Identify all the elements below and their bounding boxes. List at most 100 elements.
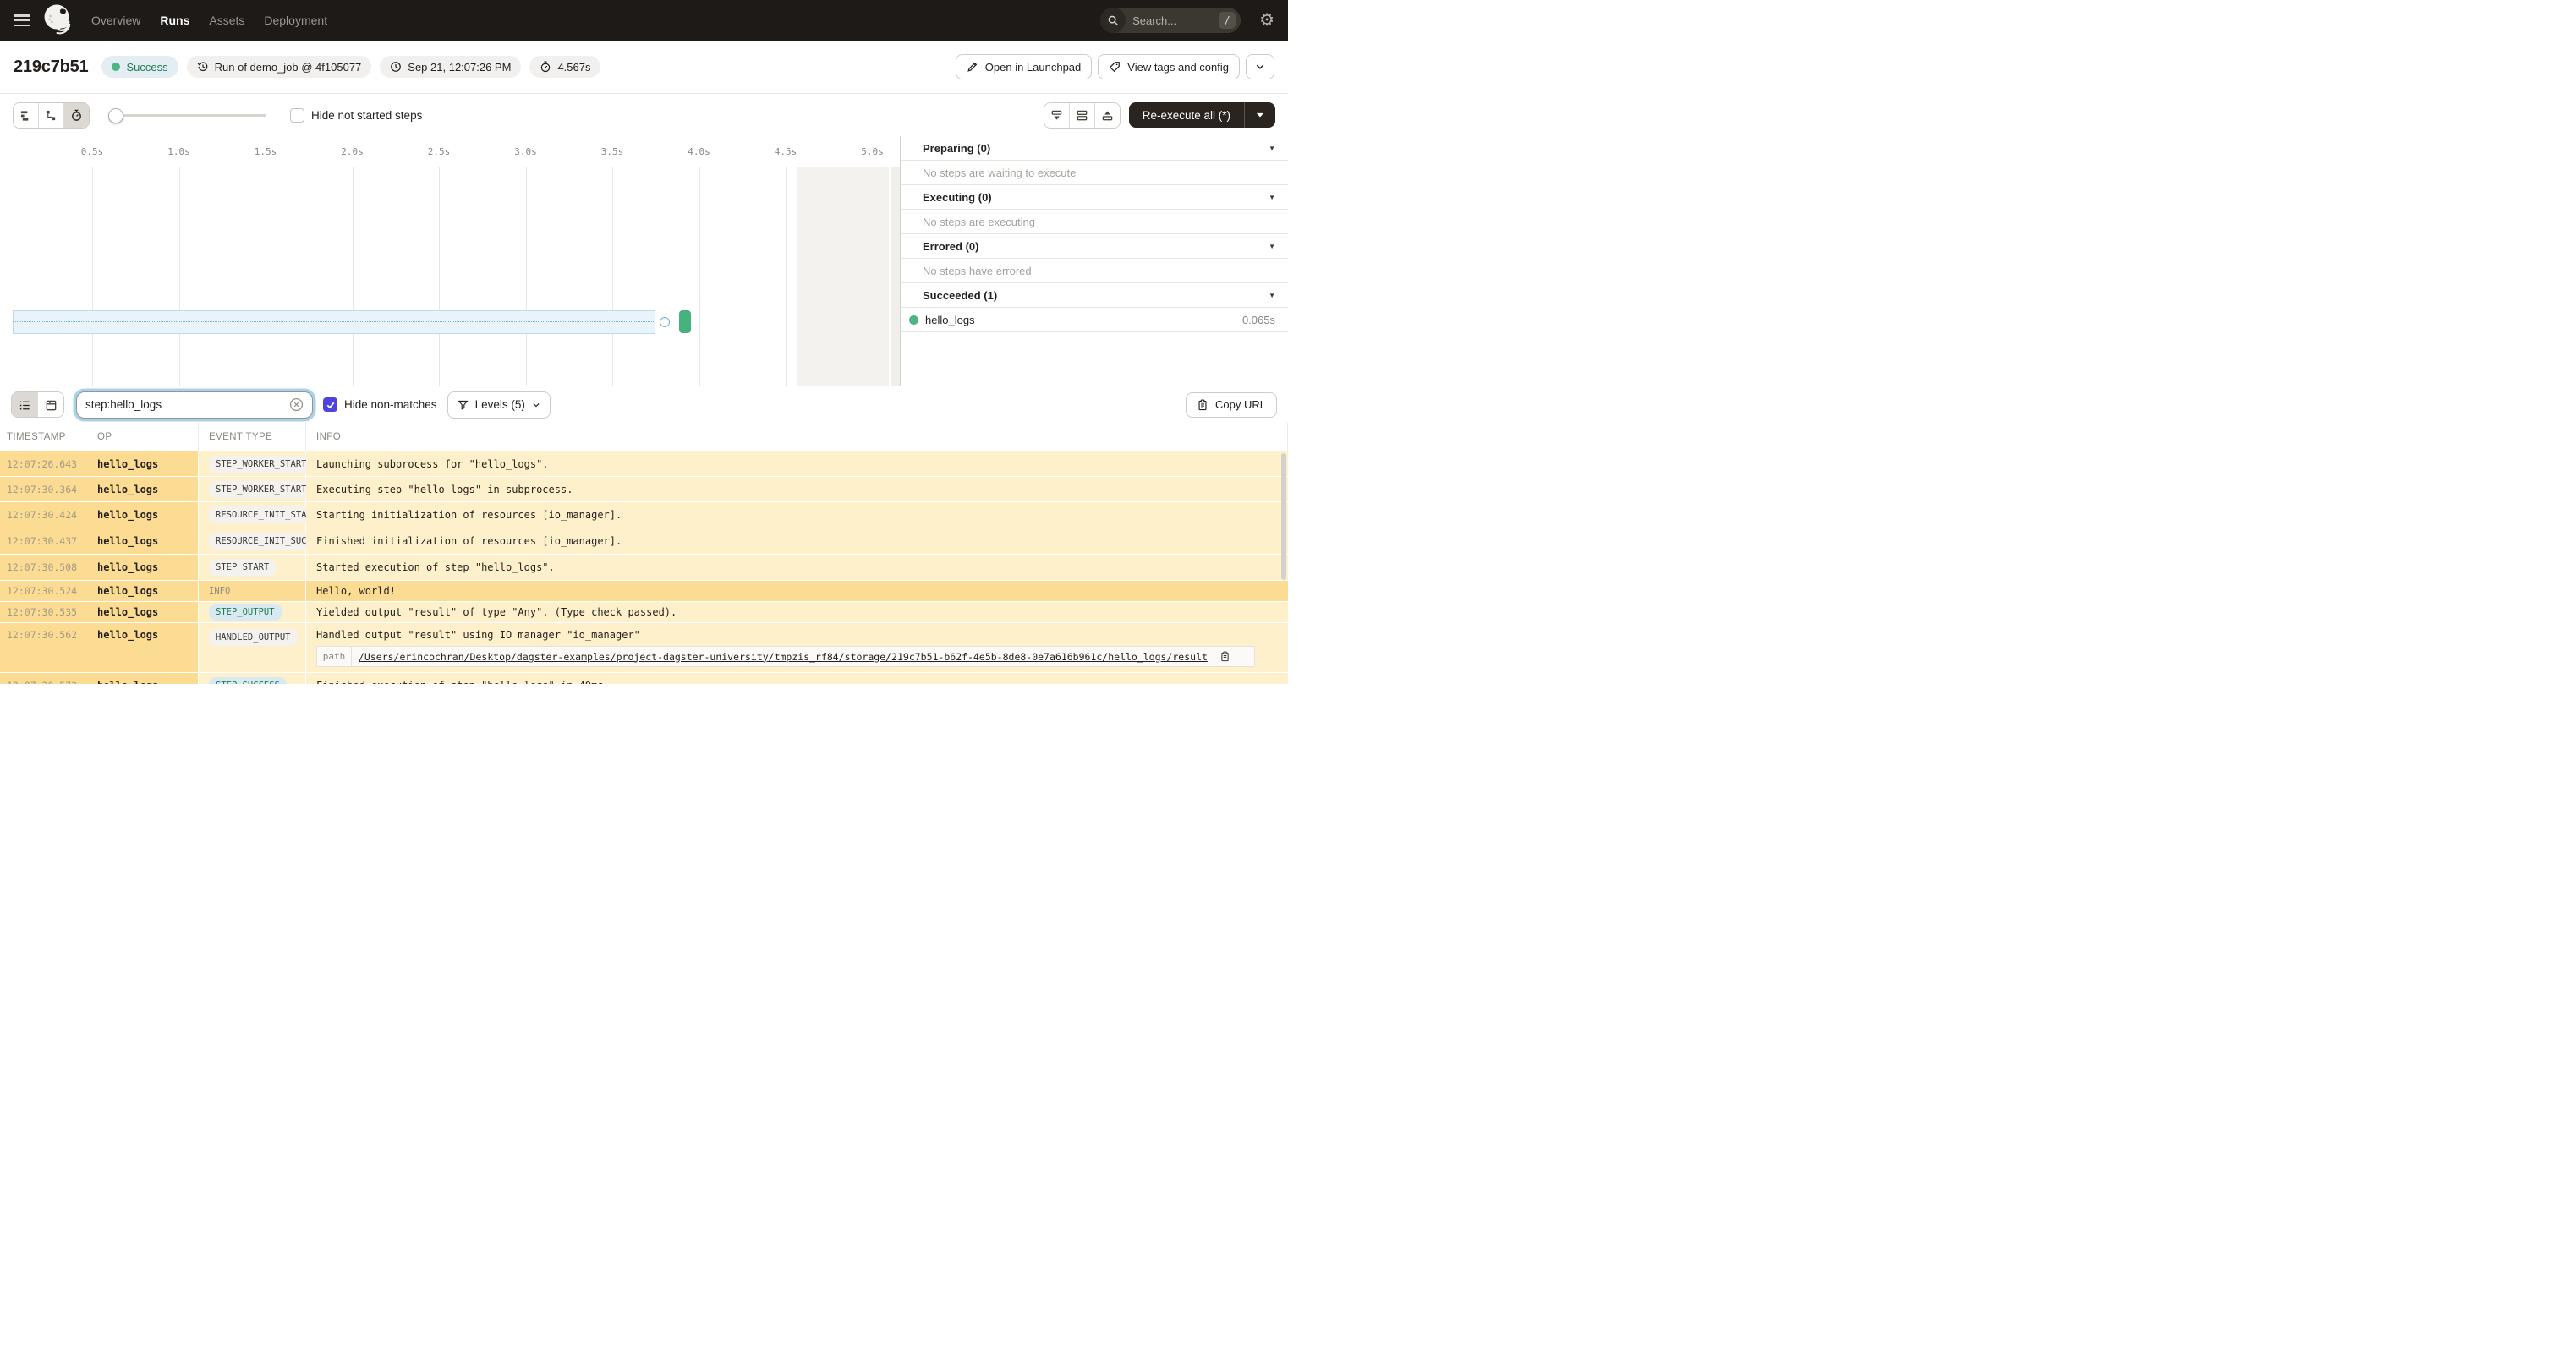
stopwatch-icon: [541, 61, 551, 73]
filter-icon: [457, 400, 469, 410]
log-info: Executing step "hello_logs" in subproces…: [306, 477, 1288, 501]
log-row[interactable]: 12:07:26.643 hello_logs STEP_WORKER_STARTI…: [0, 451, 1288, 477]
axis-gridline: [92, 167, 93, 386]
log-event-type: STEP_OUTPUT: [199, 602, 306, 622]
more-run-actions-button[interactable]: [1246, 54, 1274, 79]
gantt-zoom-slider[interactable]: [108, 108, 266, 123]
log-row[interactable]: 12:07:30.573hello_logsSTEP_SUCCESSFinish…: [0, 673, 1288, 684]
run-header: 219c7b51 Success Run of demo_job @ 4f105…: [0, 41, 1288, 93]
log-op: hello_logs: [90, 623, 199, 672]
clear-icon[interactable]: [289, 397, 304, 412]
step-waiting-dotted-line: [13, 321, 654, 322]
axis-gridline: [525, 167, 527, 386]
log-info: Hello, world!: [306, 581, 1288, 601]
log-row[interactable]: 12:07:30.562 hello_logs HANDLED_OUTPUT Hand…: [0, 623, 1288, 673]
log-op: hello_logs: [90, 451, 199, 476]
dagster-logo[interactable]: [42, 3, 73, 37]
status-dot-icon: [112, 63, 121, 71]
panel-section-header[interactable]: Errored (0) ▼: [901, 234, 1288, 259]
search-shortcut-key: /: [1219, 12, 1236, 29]
checkbox-unchecked-icon: [290, 107, 304, 123]
expand-up-icon[interactable]: [1094, 102, 1120, 128]
hamburger-icon[interactable]: [14, 14, 30, 26]
waterfall-gantt-icon[interactable]: [39, 102, 64, 128]
log-timestamp: 12:07:30.424: [0, 502, 90, 528]
step-waiting-span[interactable]: [13, 310, 655, 334]
clock-icon: [391, 62, 402, 72]
step-bar-hello-logs[interactable]: [679, 310, 691, 333]
list-view-icon[interactable]: [12, 392, 38, 417]
nav-link-runs[interactable]: Runs: [160, 14, 189, 27]
history-icon: [197, 62, 207, 72]
log-op: hello_logs: [90, 555, 199, 580]
structured-view-icon[interactable]: [38, 392, 63, 417]
gantt-view-toggle: [13, 101, 90, 129]
chevron-down-icon: [1256, 64, 1264, 69]
log-row[interactable]: 12:07:30.524 hello_logs INFO Hello, world!: [0, 581, 1288, 602]
panel-section-header[interactable]: Executing (0) ▼: [901, 185, 1288, 210]
log-info: Launching subprocess for "hello_logs".: [306, 451, 1288, 476]
log-row[interactable]: 12:07:30.508 hello_logs STEP_START Started …: [0, 555, 1288, 581]
log-event-type: STEP_WORKER_STARTED: [199, 477, 325, 501]
hide-non-matches-checkbox[interactable]: Hide non-matches: [323, 397, 437, 412]
log-scrollbar[interactable]: [1281, 453, 1286, 580]
step-status-panel: Preparing (0) ▼ No steps are waiting to ex…: [900, 136, 1288, 386]
run-of-job-tag[interactable]: Run of demo_job @ 4f105077: [186, 56, 372, 78]
caret-down-icon: [1256, 112, 1264, 118]
log-op: hello_logs: [90, 673, 199, 684]
log-row[interactable]: 12:07:30.535 hello_logs STEP_OUTPUT Yielded…: [0, 602, 1288, 623]
log-row[interactable]: 12:07:30.437 hello_logs RESOURCE_INIT_SUCC…: [0, 528, 1288, 555]
panel-empty-message: No steps have errored: [901, 259, 1288, 283]
copy-icon[interactable]: [1219, 651, 1230, 662]
dagster-run-page: Overview Runs Assets Deployment Search..…: [0, 0, 1288, 684]
panel-empty-message: No steps are waiting to execute: [901, 161, 1288, 185]
log-table-header: TIMESTAMP OP EVENT TYPE INFO: [0, 423, 1288, 451]
panel-section-header[interactable]: Preparing (0) ▼: [901, 136, 1288, 161]
metadata-path-entry: path/Users/erincochran/Desktop/dagster-e…: [316, 646, 1255, 667]
collapse-down-icon[interactable]: [1044, 102, 1070, 128]
view-tags-config-button[interactable]: View tags and config: [1098, 54, 1240, 79]
log-filter-input[interactable]: step:hello_logs: [76, 391, 313, 419]
copy-url-button[interactable]: Copy URL: [1186, 391, 1277, 418]
axis-tick-label: 5.0s: [861, 146, 884, 157]
split-panes-icon[interactable]: [1069, 102, 1095, 128]
log-event-type: RESOURCE_INIT_STAR…: [199, 502, 325, 528]
slider-handle[interactable]: [108, 108, 123, 123]
nav-link-assets[interactable]: Assets: [209, 14, 244, 27]
open-in-launchpad-button[interactable]: Open in Launchpad: [955, 54, 1093, 79]
log-row[interactable]: 12:07:30.424 hello_logs RESOURCE_INIT_STAR…: [0, 502, 1288, 528]
checkbox-checked-icon: [323, 397, 337, 412]
log-timestamp: 12:07:26.643: [0, 451, 90, 476]
log-event-type: RESOURCE_INIT_SUCC…: [199, 528, 325, 554]
panel-section-header[interactable]: Succeeded (1) ▼: [901, 283, 1288, 308]
panel-step-row[interactable]: hello_logs 0.065s: [901, 308, 1288, 332]
flat-gantt-icon[interactable]: [14, 102, 39, 128]
log-op: hello_logs: [90, 581, 199, 601]
log-info: Handled output "result" using IO manager…: [306, 623, 1288, 672]
log-info: Finished initialization of resources [io…: [306, 528, 1288, 554]
log-timestamp: 12:07:30.524: [0, 581, 90, 601]
reexecute-options-button[interactable]: [1245, 102, 1275, 128]
log-row[interactable]: 12:07:30.364 hello_logs STEP_WORKER_STARTE…: [0, 477, 1288, 502]
reexecute-split-button: Re-execute all (*): [1128, 102, 1275, 128]
nav-link-deployment[interactable]: Deployment: [264, 14, 327, 27]
path-link[interactable]: /Users/erincochran/Desktop/dagster-examp…: [352, 651, 1214, 663]
run-id: 219c7b51: [14, 57, 89, 76]
nav-links: Overview Runs Assets Deployment: [91, 14, 327, 27]
gear-icon[interactable]: ⚙: [1259, 12, 1274, 29]
hide-not-started-checkbox[interactable]: Hide not started steps: [290, 107, 422, 123]
gantt-scrollbar[interactable]: [891, 167, 900, 386]
col-header-timestamp: TIMESTAMP: [0, 423, 90, 451]
log-section: step:hello_logs Hide non-matches Levels …: [0, 386, 1288, 684]
reexecute-all-button[interactable]: Re-execute all (*): [1129, 102, 1245, 128]
timed-gantt-icon[interactable]: [64, 102, 89, 128]
collapse-triangle-icon: ▼: [1269, 144, 1275, 152]
run-actions: Open in Launchpad View tags and config: [955, 54, 1274, 79]
levels-dropdown[interactable]: Levels (5): [447, 391, 551, 419]
axis-gridline: [352, 167, 354, 386]
nav-link-overview[interactable]: Overview: [91, 14, 140, 27]
log-event-type: INFO: [199, 581, 306, 601]
search-input[interactable]: Search... /: [1100, 8, 1241, 33]
collapse-triangle-icon: ▼: [1269, 291, 1275, 299]
step-marker-dot[interactable]: [660, 317, 670, 327]
